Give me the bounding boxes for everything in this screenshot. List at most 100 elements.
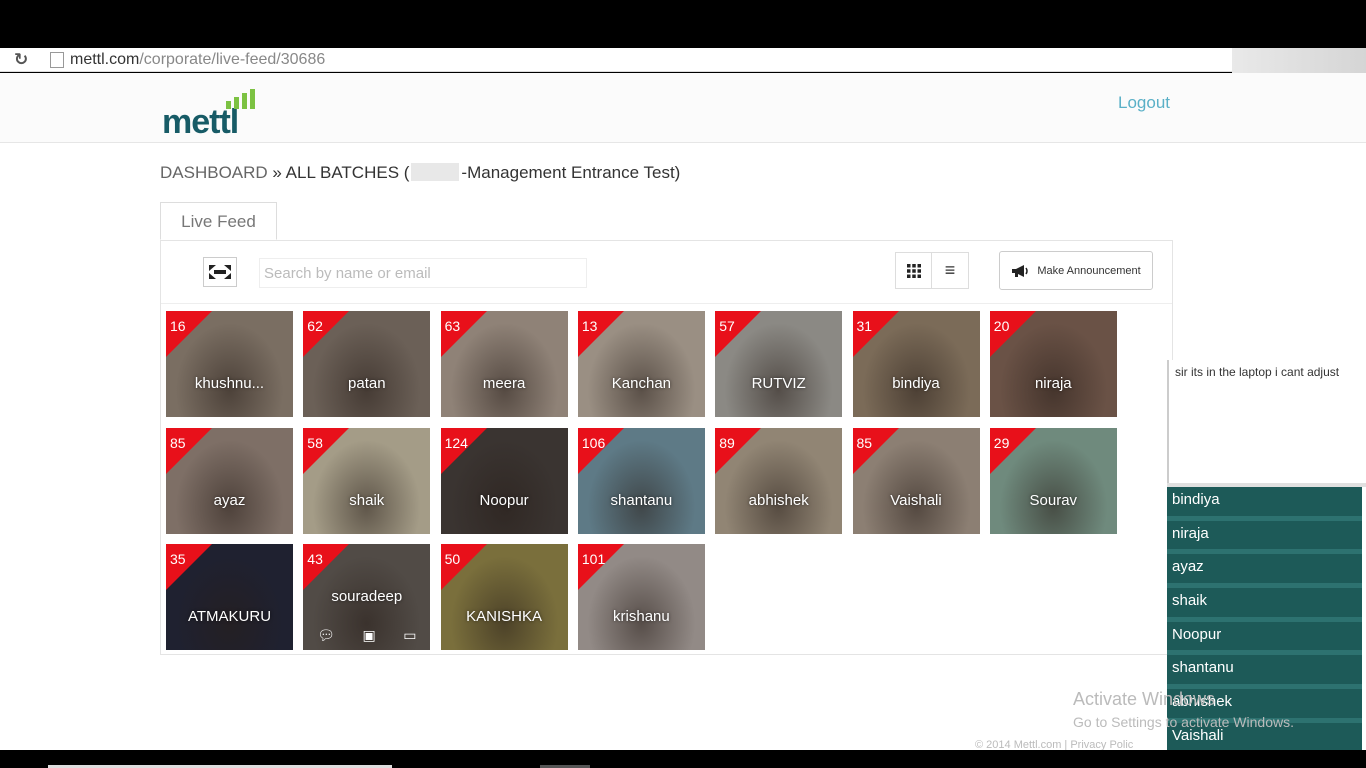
make-announcement-button[interactable]: Make Announcement <box>999 251 1153 290</box>
score-value: 50 <box>444 551 461 567</box>
candidate-tile[interactable]: 101 krishanu <box>577 544 705 650</box>
candidate-tile[interactable]: 85 Vaishali <box>852 427 980 534</box>
video-icon[interactable]: ▣ <box>362 627 375 644</box>
candidate-tile[interactable]: 31 bindiya <box>852 311 980 417</box>
candidate-name: ATMAKURU <box>187 608 272 625</box>
candidate-tile[interactable]: 58 shaik <box>303 427 431 534</box>
score-value: 35 <box>170 551 186 567</box>
score-value: 85 <box>170 434 186 451</box>
score-value: 20 <box>993 318 1010 334</box>
candidate-tile[interactable]: 29 Sourav <box>989 427 1117 534</box>
announce-label: Make Announcement <box>1037 264 1141 277</box>
score-value: 124 <box>444 434 468 451</box>
score-value: 43 <box>307 551 323 567</box>
name-list-item[interactable]: Noopur <box>1167 622 1362 656</box>
page-icon <box>50 51 64 68</box>
candidate-tile[interactable]: 13 Kanchan <box>577 311 705 417</box>
candidate-name: bindiya <box>892 375 940 392</box>
chat-icon[interactable]: 💬︎ <box>317 627 335 644</box>
score-value: 31 <box>856 318 873 334</box>
name-list-item[interactable]: shantanu <box>1167 655 1362 690</box>
score-value: 57 <box>719 318 735 334</box>
list-view-button[interactable]: ≡ <box>932 252 969 289</box>
screen-icon[interactable]: ▭ <box>403 627 416 644</box>
live-feed-panel: ≡ Make Announcement 16khushnu...62patan6… <box>160 240 1173 655</box>
candidate-tile[interactable]: 62 patan <box>303 311 431 417</box>
logo-bars-icon <box>226 89 264 109</box>
name-list-item[interactable]: niraja <box>1167 521 1362 555</box>
name-list-item[interactable]: ayaz <box>1167 554 1362 589</box>
breadcrumb: DASHBOARD » ALL BATCHES ( -Management Ent… <box>160 163 680 183</box>
candidate-name: krishanu <box>613 608 670 625</box>
candidate-name: shantanu <box>610 491 673 509</box>
grid-view-button[interactable] <box>895 252 932 289</box>
candidate-tile[interactable]: 43 souradeep 💬︎ ▣ ▭ <box>303 544 431 650</box>
chat-panel: sir its in the laptop i cant adjust <box>1167 360 1366 487</box>
candidate-tile[interactable]: 124 Noopur <box>440 427 568 534</box>
logout-link[interactable]: Logout <box>1118 93 1170 113</box>
windows-activation-watermark: Activate Windows Go to Settings to activ… <box>1073 689 1294 730</box>
candidate-tile[interactable]: 16 khushnu... <box>166 311 293 417</box>
video-bottom-border <box>0 750 1366 768</box>
score-value: 58 <box>307 434 323 451</box>
list-icon: ≡ <box>944 260 956 280</box>
candidate-tile[interactable]: 106 shantanu <box>577 427 705 534</box>
score-value: 29 <box>993 434 1010 451</box>
candidate-name: shaik <box>349 491 385 509</box>
candidate-name: souradeep <box>331 588 403 605</box>
fullscreen-button[interactable] <box>203 257 237 287</box>
candidate-tile[interactable]: 89 abhishek <box>715 427 843 534</box>
redacted-text <box>411 163 460 181</box>
candidate-name: khushnu... <box>194 375 265 392</box>
browser-address-bar[interactable]: ↻ mettl.com/corporate/live-feed/30686 <box>0 48 1232 72</box>
score-value: 101 <box>581 551 606 567</box>
chat-message: sir its in the laptop i cant adjust <box>1175 365 1340 379</box>
expand-icon <box>209 265 231 279</box>
score-value: 62 <box>307 318 323 334</box>
candidate-name: meera <box>482 375 526 392</box>
search-input[interactable] <box>259 258 587 288</box>
candidate-tile[interactable]: 57 RUTVIZ <box>715 311 843 417</box>
url-path: /corporate/live-feed/30686 <box>139 50 326 68</box>
feed-toolbar: ≡ Make Announcement <box>161 241 1172 304</box>
candidate-name: KANISHKA <box>466 608 543 625</box>
candidate-name: Noopur <box>479 491 529 509</box>
page: mettl Logout DASHBOARD » ALL BATCHES (-M… <box>0 73 1366 750</box>
url-text[interactable]: mettl.com/corporate/live-feed/30686 <box>70 51 325 69</box>
candidate-tile[interactable]: 50 KANISHKA <box>440 544 568 650</box>
score-value: 63 <box>444 318 461 334</box>
score-value: 16 <box>170 318 186 334</box>
tile-actions: 💬︎ ▣ ▭ <box>303 627 430 644</box>
candidate-name: abhishek <box>748 491 809 509</box>
candidate-tile[interactable]: 63 meera <box>440 311 568 417</box>
url-host: mettl.com <box>70 50 140 68</box>
score-value: 89 <box>719 434 735 451</box>
score-value: 13 <box>581 318 598 334</box>
candidate-tile[interactable]: 85 ayaz <box>166 427 293 534</box>
score-value: 85 <box>856 434 873 451</box>
breadcrumb-separator: » <box>267 163 286 182</box>
candidate-name: niraja <box>1034 375 1072 392</box>
candidate-name: Vaishali <box>890 491 942 509</box>
name-list-item[interactable]: bindiya <box>1167 487 1362 521</box>
tab-live-feed[interactable]: Live Feed <box>160 202 277 240</box>
grid-icon <box>906 263 921 278</box>
breadcrumb-test-name: -Management Entrance Test) <box>461 163 681 182</box>
megaphone-icon <box>1012 264 1029 277</box>
score-value: 106 <box>581 434 606 451</box>
watermark-line-1: Activate Windows <box>1073 689 1216 709</box>
breadcrumb-all-batches[interactable]: ALL BATCHES ( <box>286 163 410 182</box>
video-top-border <box>0 0 1366 48</box>
candidate-name: RUTVIZ <box>751 375 806 392</box>
candidate-tile[interactable]: 35 ATMAKURU <box>166 544 293 650</box>
reload-icon[interactable]: ↻ <box>14 50 36 70</box>
candidate-name: ayaz <box>213 491 246 509</box>
candidate-name: patan <box>348 375 386 392</box>
breadcrumb-dashboard[interactable]: DASHBOARD <box>160 163 268 182</box>
footer-text: © 2014 Mettl.com | Privacy Polic <box>975 739 1134 750</box>
candidate-name: Kanchan <box>611 375 671 392</box>
candidate-tile[interactable]: 20 niraja <box>989 311 1117 417</box>
watermark-line-2: Go to Settings to activate Windows. <box>1073 714 1294 730</box>
name-list-item[interactable]: shaik <box>1167 588 1362 622</box>
candidate-name: Sourav <box>1029 491 1078 509</box>
